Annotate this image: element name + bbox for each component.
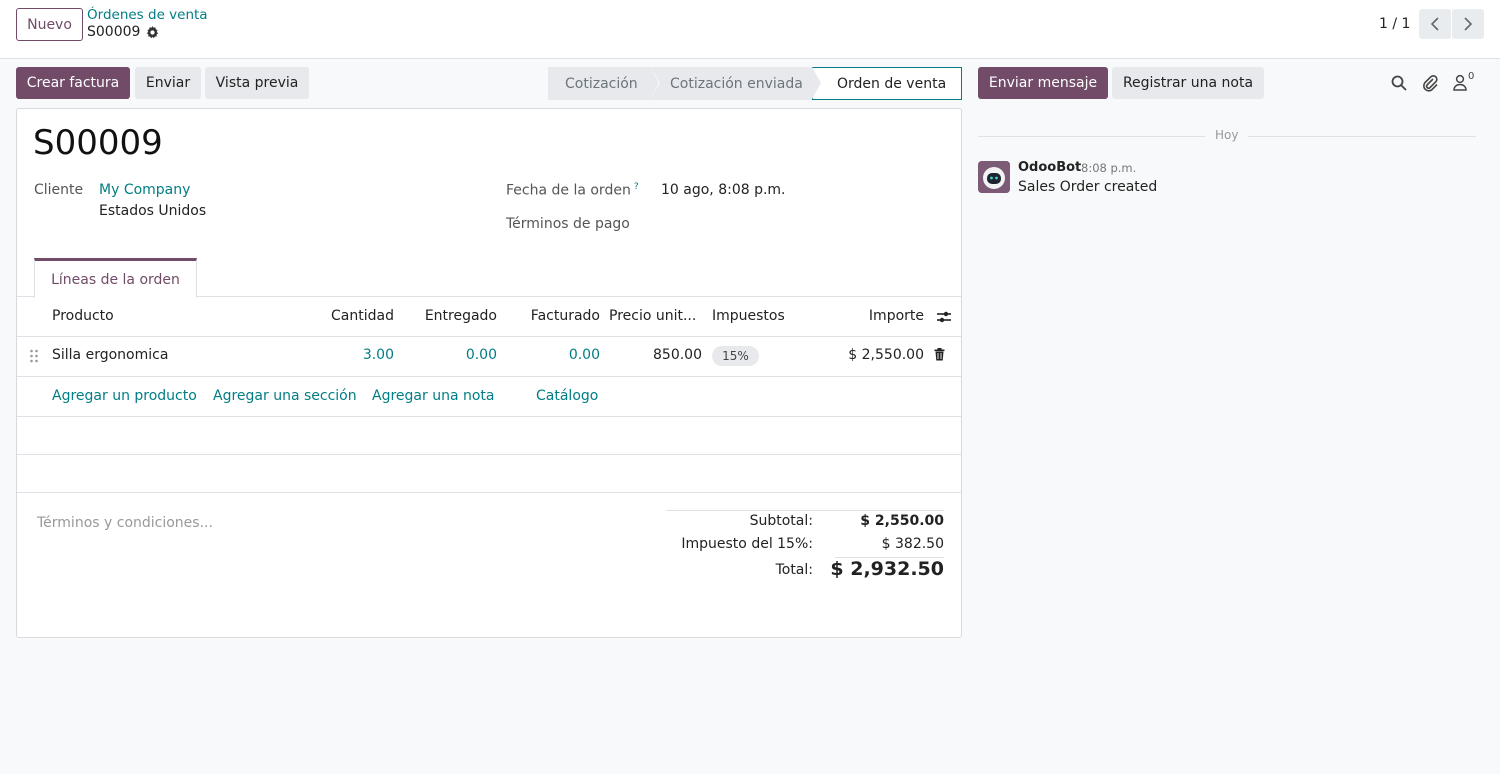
column-invoiced[interactable]: Facturado bbox=[531, 308, 600, 324]
help-tooltip-icon[interactable]: ? bbox=[634, 182, 639, 192]
line-quantity[interactable]: 3.00 bbox=[363, 347, 394, 363]
add-note-link[interactable]: Agregar una nota bbox=[372, 388, 494, 404]
subtotal-label: Subtotal: bbox=[749, 513, 813, 529]
line-product[interactable]: Silla ergonomica bbox=[52, 347, 168, 363]
order-date-value[interactable]: 10 ago, 8:08 p.m. bbox=[661, 182, 786, 198]
message-time: 8:08 p.m. bbox=[1081, 161, 1137, 175]
customer-country: Estados Unidos bbox=[99, 203, 207, 219]
status-bar: Cotización Cotización enviada Orden de v… bbox=[548, 67, 962, 100]
column-delivered[interactable]: Entregado bbox=[425, 308, 497, 324]
tab-order-lines[interactable]: Líneas de la orden bbox=[34, 258, 197, 298]
stage-quotation[interactable]: Cotización bbox=[548, 67, 660, 100]
line-unit-price[interactable]: 850.00 bbox=[653, 347, 702, 363]
create-invoice-button[interactable]: Crear factura bbox=[16, 67, 130, 99]
order-name: S00009 bbox=[33, 123, 163, 163]
date-separator: Hoy bbox=[1215, 128, 1239, 142]
order-date-label-text: Fecha de la orden bbox=[506, 182, 631, 199]
tax-label: Impuesto del 15%: bbox=[681, 536, 813, 552]
breadcrumb-current: S00009 bbox=[87, 24, 159, 40]
catalog-link[interactable]: Catálogo bbox=[536, 388, 598, 404]
stage-quotation-label: Cotización bbox=[565, 75, 638, 92]
new-button[interactable]: Nuevo bbox=[16, 8, 83, 41]
stage-quotation-sent-label: Cotización enviada bbox=[670, 75, 803, 92]
column-quantity[interactable]: Cantidad bbox=[331, 308, 394, 324]
column-amount[interactable]: Importe bbox=[869, 308, 924, 324]
send-button[interactable]: Enviar bbox=[135, 67, 201, 99]
tax-value: $ 382.50 bbox=[881, 536, 944, 552]
terms-conditions-input[interactable]: Términos y condiciones... bbox=[37, 515, 213, 531]
line-invoiced[interactable]: 0.00 bbox=[569, 347, 600, 363]
line-amount: $ 2,550.00 bbox=[848, 347, 924, 363]
pager-value[interactable]: 1 / 1 bbox=[1379, 16, 1410, 32]
breadcrumb-parent[interactable]: Órdenes de venta bbox=[87, 7, 208, 23]
paperclip-icon[interactable] bbox=[1421, 74, 1439, 92]
message-body: Sales Order created bbox=[1018, 179, 1158, 195]
gear-icon[interactable] bbox=[146, 25, 159, 39]
stage-quotation-sent[interactable]: Cotización enviada bbox=[650, 67, 822, 100]
subtotal-value: $ 2,550.00 bbox=[860, 513, 944, 529]
message-author[interactable]: OdooBot bbox=[1018, 160, 1081, 175]
chevron-right-icon bbox=[1464, 17, 1473, 31]
followers-button[interactable]: 0 bbox=[1452, 71, 1478, 93]
customer-label: Cliente bbox=[34, 182, 84, 198]
add-section-link[interactable]: Agregar una sección bbox=[213, 388, 357, 404]
drag-handle-icon[interactable] bbox=[29, 349, 39, 363]
column-settings-icon[interactable] bbox=[936, 309, 952, 325]
pager-previous-button[interactable] bbox=[1419, 9, 1451, 39]
customer-link[interactable]: My Company bbox=[99, 182, 190, 198]
control-panel: Nuevo Órdenes de venta S00009 1 / 1 bbox=[0, 0, 1500, 59]
tax-badge[interactable]: 15% bbox=[712, 346, 759, 366]
log-note-button[interactable]: Registrar una nota bbox=[1112, 67, 1264, 99]
total-label: Total: bbox=[775, 562, 813, 578]
column-unit-price[interactable]: Precio unit... bbox=[609, 308, 696, 324]
preview-button[interactable]: Vista previa bbox=[205, 67, 309, 99]
pager-next-button[interactable] bbox=[1452, 9, 1484, 39]
followers-count: 0 bbox=[1468, 71, 1475, 82]
column-product[interactable]: Producto bbox=[52, 308, 114, 324]
chevron-left-icon bbox=[1430, 17, 1439, 31]
stage-sales-order-label: Orden de venta bbox=[837, 75, 947, 92]
order-date-label: Fecha de la orden? bbox=[506, 182, 639, 199]
send-message-button[interactable]: Enviar mensaje bbox=[978, 67, 1108, 99]
avatar[interactable] bbox=[978, 161, 1010, 193]
column-taxes[interactable]: Impuestos bbox=[712, 308, 785, 324]
stage-sales-order[interactable]: Orden de venta bbox=[812, 67, 962, 100]
breadcrumb-current-label: S00009 bbox=[87, 24, 141, 40]
total-value: $ 2,932.50 bbox=[830, 558, 944, 580]
add-product-link[interactable]: Agregar un producto bbox=[52, 388, 197, 404]
odoobot-avatar-icon bbox=[978, 161, 1010, 193]
search-icon[interactable] bbox=[1390, 74, 1408, 92]
trash-icon[interactable] bbox=[934, 348, 945, 361]
line-delivered[interactable]: 0.00 bbox=[466, 347, 497, 363]
form-sheet: S00009 Cliente My Company Estados Unidos… bbox=[16, 108, 962, 638]
payment-terms-label: Términos de pago bbox=[506, 216, 630, 232]
user-icon bbox=[1453, 74, 1467, 91]
